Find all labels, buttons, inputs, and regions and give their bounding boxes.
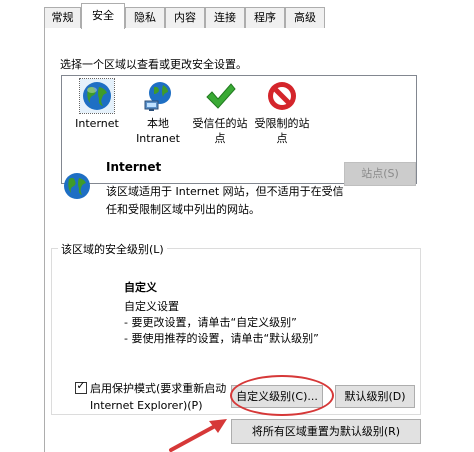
tab-strip: 常规 安全 隐私 内容 连接 程序 高级 bbox=[0, 0, 474, 29]
tab-programs[interactable]: 程序 bbox=[245, 7, 285, 28]
zone-restricted-sites-label: 受限制的站点 bbox=[254, 117, 310, 145]
security-level-group-label: 该区域的安全级别(L) bbox=[58, 241, 167, 257]
tab-general[interactable]: 常规 bbox=[44, 7, 81, 28]
zone-trusted-sites[interactable]: 受信任的站点 bbox=[190, 79, 250, 146]
no-entry-icon bbox=[268, 82, 296, 110]
zone-local-intranet-label: 本地 Intranet bbox=[136, 117, 180, 145]
zone-restricted-sites[interactable]: 受限制的站点 bbox=[252, 79, 312, 146]
zone-prompt: 选择一个区域以查看或更改安全设置。 bbox=[60, 58, 247, 71]
security-level-line: - 要使用推荐的设置，请单击“默认级别” bbox=[124, 332, 319, 345]
annotation-arrow-icon bbox=[169, 419, 227, 452]
globe-icon bbox=[79, 78, 115, 114]
security-level-details: 自定义设置 - 要更改设置，请单击“自定义级别” - 要使用推荐的设置，请单击“… bbox=[124, 299, 319, 347]
security-level-title: 自定义 bbox=[124, 281, 157, 294]
zone-local-intranet[interactable]: 本地 Intranet bbox=[128, 79, 188, 146]
tab-privacy[interactable]: 隐私 bbox=[125, 7, 165, 28]
zone-trusted-sites-label: 受信任的站点 bbox=[192, 117, 248, 145]
default-level-button[interactable]: 默认级别(D) bbox=[335, 385, 415, 408]
selected-zone-description: 该区域适用于 Internet 网站，但不适用于在受信任和受限制区域中列出的网站… bbox=[106, 185, 344, 216]
tab-content[interactable]: 内容 bbox=[165, 7, 205, 28]
security-level-line: 自定义设置 bbox=[124, 300, 179, 313]
tab-security[interactable]: 安全 bbox=[81, 3, 125, 29]
selected-zone-globe-icon bbox=[64, 173, 90, 199]
selected-zone-title: Internet bbox=[106, 160, 162, 174]
checkmark-icon bbox=[206, 83, 236, 109]
security-tab-panel: 选择一个区域以查看或更改安全设置。 Internet 本地 Intranet 受… bbox=[44, 28, 474, 452]
security-level-line: - 要更改设置，请单击“自定义级别” bbox=[124, 316, 297, 329]
checkmark-glyph-icon: ✓ bbox=[76, 379, 86, 392]
sites-button[interactable]: 站点(S) bbox=[344, 162, 416, 186]
network-globe-icon bbox=[144, 82, 171, 111]
protected-mode-label[interactable]: 启用保护模式(要求重新启动 Internet Explorer)(P) bbox=[90, 380, 230, 414]
highlight-ellipse-annotation bbox=[230, 375, 334, 416]
tab-advanced[interactable]: 高级 bbox=[285, 7, 325, 28]
zone-internet[interactable]: Internet bbox=[67, 78, 127, 131]
zone-internet-label: Internet bbox=[75, 117, 119, 130]
reset-all-zones-button[interactable]: 将所有区域重置为默认级别(R) bbox=[231, 419, 421, 444]
tab-connections[interactable]: 连接 bbox=[205, 7, 245, 28]
